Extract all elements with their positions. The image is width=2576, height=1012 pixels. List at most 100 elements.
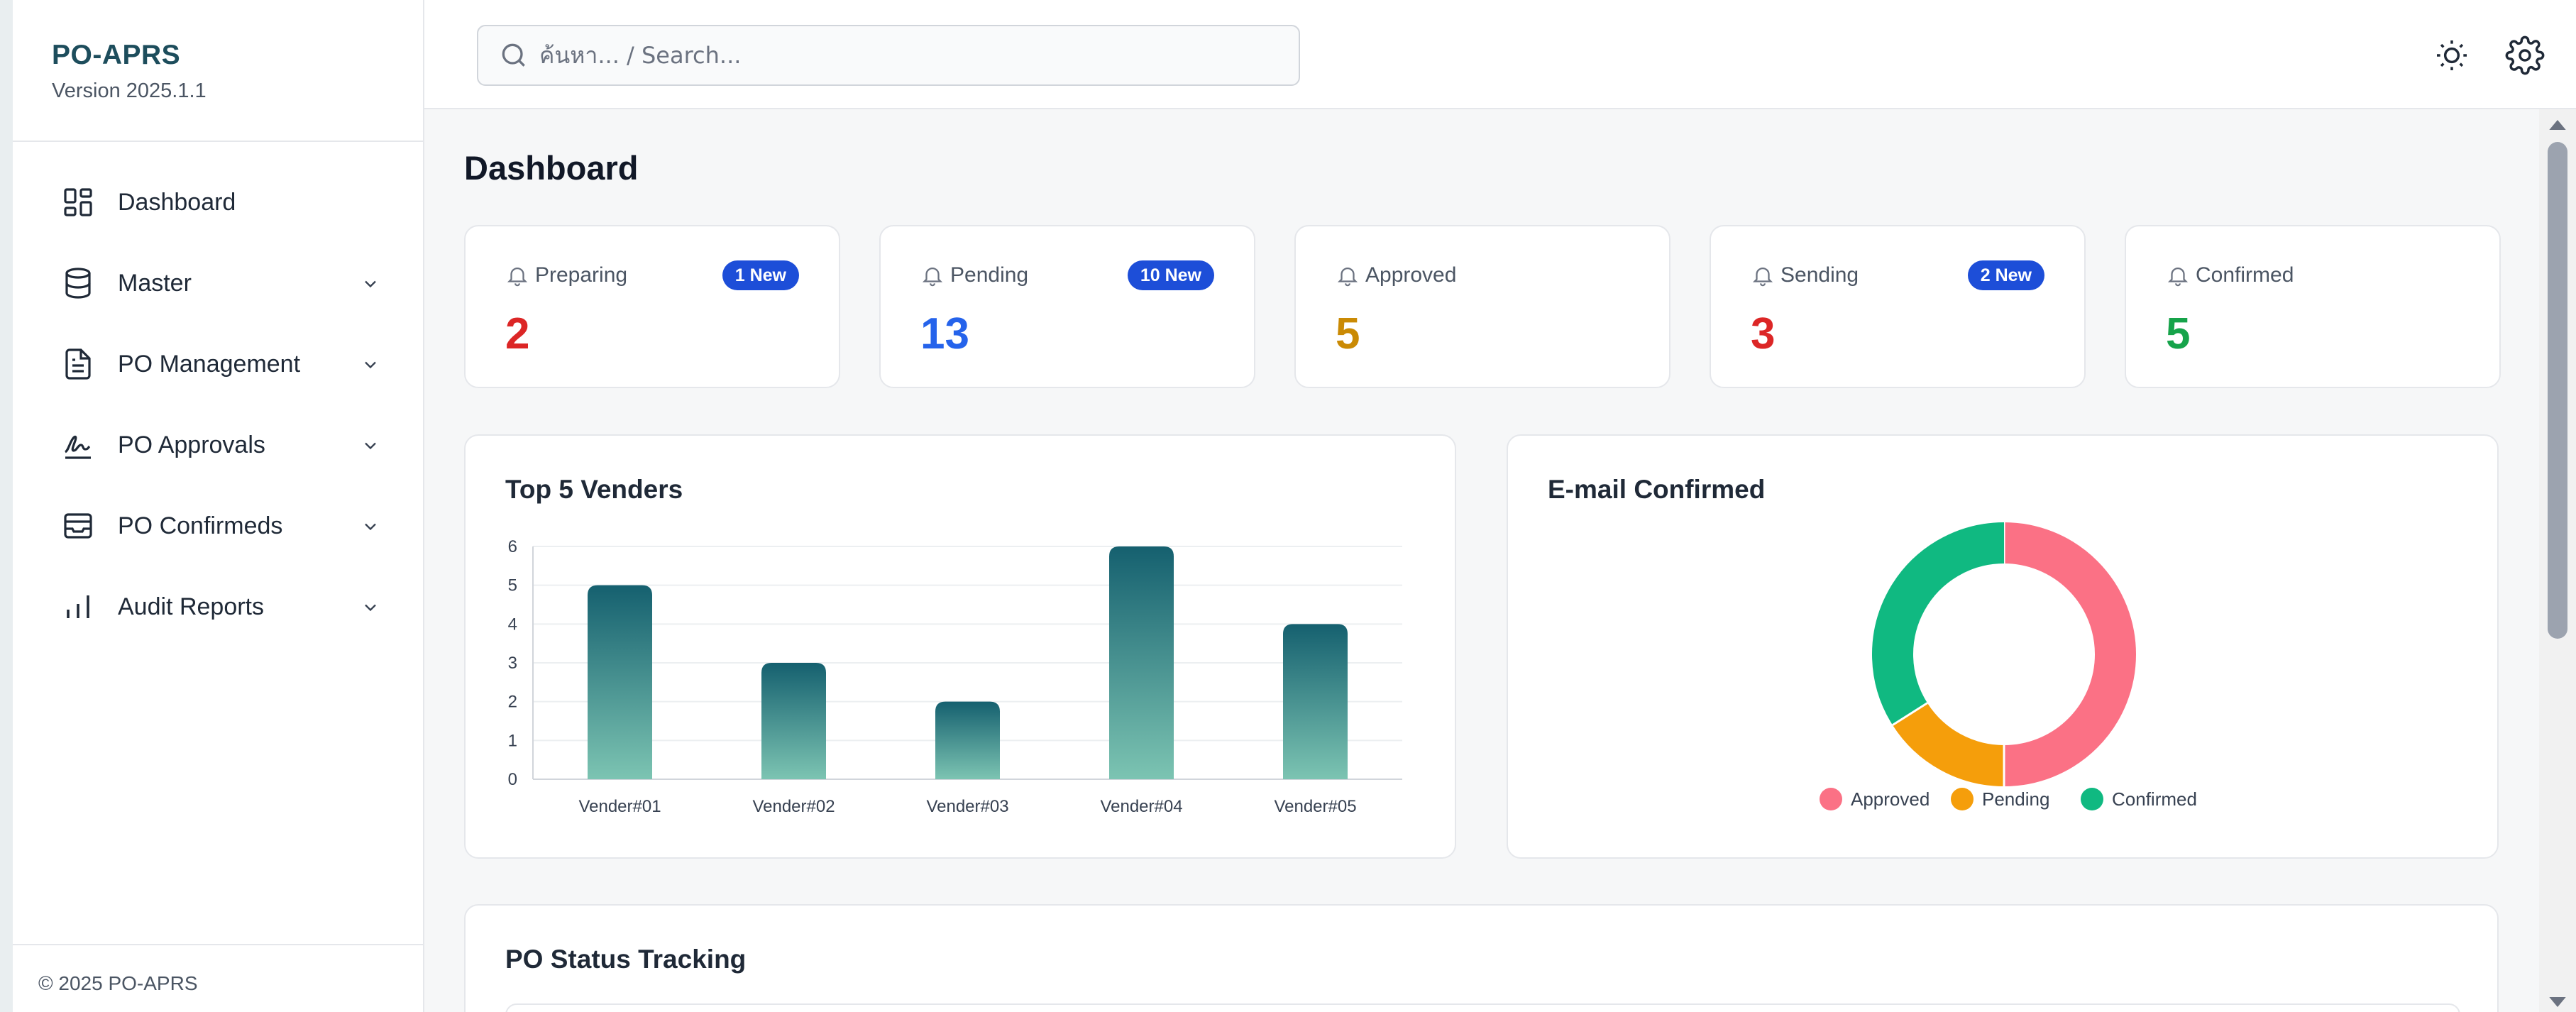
app-version: Version 2025.1.1 (52, 79, 207, 102)
stat-card-approved[interactable]: Approved 5 (1294, 225, 1670, 388)
y-tick-label: 3 (508, 654, 517, 673)
stat-header: Sending (1751, 263, 1859, 287)
legend-swatch (1820, 788, 1842, 810)
bar[interactable] (1283, 624, 1348, 779)
sidebar-item-po-confirmeds[interactable]: PO Confirmeds (13, 485, 424, 566)
stat-value: 2 (505, 309, 530, 358)
chevron-down-icon[interactable] (360, 355, 380, 375)
donut-slice[interactable] (2003, 522, 2136, 786)
topbar (424, 0, 2576, 109)
sidebar: PO-APRS Version 2025.1.1 Dashboard Maste… (13, 0, 424, 1012)
top-vendors-chart: 0 1 2 3 4 5 6 Vender#01 Vender#02 Vender#03 Vender… (508, 537, 1402, 816)
bar[interactable] (1109, 546, 1174, 779)
stat-value: 5 (1336, 309, 1360, 358)
email-confirmed-chart: Approved Pending Confirmed (1820, 522, 2197, 810)
stat-card-sending[interactable]: Sending 2 New 3 (1710, 225, 2086, 388)
stat-card-confirmed[interactable]: Confirmed 5 (2125, 225, 2501, 388)
stat-card-pending[interactable]: Pending 10 New 13 (879, 225, 1255, 388)
new-badge: 1 New (722, 260, 799, 290)
sidebar-item-master[interactable]: Master (13, 243, 424, 324)
x-tick-label: Vender#03 (926, 797, 1008, 816)
scroll-up-arrow-icon[interactable] (2548, 116, 2567, 133)
page-title: Dashboard (464, 149, 639, 187)
sidebar-item-dashboard[interactable]: Dashboard (13, 162, 424, 243)
stat-header: Approved (1336, 263, 1456, 287)
donut-slice[interactable] (1872, 522, 2005, 725)
stat-header: Confirmed (2166, 263, 2294, 287)
stat-card-preparing[interactable]: Preparing 1 New 2 (464, 225, 840, 388)
signature-icon (60, 427, 97, 463)
x-tick-label: Vender#05 (1274, 797, 1356, 816)
donut-slice[interactable] (1892, 702, 2005, 786)
bell-icon (1337, 268, 1358, 287)
new-badge: 2 New (1967, 260, 2044, 290)
database-icon (60, 265, 97, 302)
y-tick-label: 4 (508, 615, 517, 634)
sidebar-item-label: PO Approvals (118, 431, 265, 458)
bar[interactable] (761, 663, 826, 779)
x-tick-label: Vender#02 (752, 797, 835, 816)
bar[interactable] (935, 701, 1000, 779)
legend-label[interactable]: Pending (1982, 788, 2049, 810)
tracking-table (505, 1003, 2460, 1012)
sidebar-divider (13, 141, 424, 142)
y-tick-label: 5 (508, 576, 517, 595)
stat-label: Approved (1365, 263, 1457, 287)
brand: PO-APRS Version 2025.1.1 (52, 40, 207, 103)
sidebar-footer-divider (13, 944, 424, 945)
search-input[interactable] (539, 42, 1249, 69)
bell-icon (1752, 268, 1773, 287)
legend-swatch (2081, 788, 2103, 810)
stat-value: 13 (920, 309, 969, 358)
x-tick-label: Vender#01 (578, 797, 661, 816)
x-tick-label: Vender#04 (1100, 797, 1182, 816)
bell-icon (2167, 268, 2189, 287)
sidebar-item-label: Master (118, 269, 192, 297)
scroll-thumb[interactable] (2548, 142, 2567, 639)
vertical-scrollbar[interactable] (2539, 109, 2576, 1012)
sidebar-item-label: PO Confirmeds (118, 512, 283, 539)
y-tick-label: 2 (508, 693, 517, 712)
document-icon (60, 346, 97, 383)
sun-icon[interactable] (2432, 35, 2472, 75)
stat-value: 5 (2166, 309, 2191, 358)
stat-value: 3 (1751, 309, 1776, 358)
bell-icon (922, 268, 943, 287)
chevron-down-icon[interactable] (360, 517, 380, 537)
panel-title: E-mail Confirmed (1548, 475, 1766, 504)
sidebar-nav: Dashboard Master PO Management PO Approv… (13, 162, 424, 647)
sidebar-item-po-management[interactable]: PO Management (13, 324, 424, 405)
panel-title: Top 5 Venders (505, 475, 683, 504)
copyright: © 2025 PO-APRS (38, 972, 198, 994)
sidebar-item-label: Dashboard (118, 188, 236, 216)
bar-chart-icon (60, 588, 97, 625)
stat-label: Sending (1780, 263, 1859, 287)
y-tick-label: 1 (508, 731, 517, 750)
bar[interactable] (588, 585, 652, 779)
scroll-down-arrow-icon[interactable] (2548, 994, 2567, 1011)
inbox-icon (60, 507, 97, 544)
legend-label[interactable]: Approved (1851, 788, 1930, 810)
sidebar-item-audit-reports[interactable]: Audit Reports (13, 566, 424, 647)
panel-title: PO Status Tracking (505, 945, 747, 974)
search-box[interactable] (477, 25, 1300, 86)
legend-label[interactable]: Confirmed (2112, 788, 2197, 810)
search-icon (498, 40, 529, 71)
po-status-tracking-panel: PO Status Tracking (464, 904, 2499, 1012)
chevron-down-icon[interactable] (360, 598, 380, 617)
stat-label: Pending (950, 263, 1029, 287)
dashboard-icon (60, 184, 97, 221)
gear-icon[interactable] (2505, 35, 2545, 75)
stat-label: Confirmed (2196, 263, 2294, 287)
y-tick-label: 6 (508, 537, 517, 556)
sidebar-item-label: Audit Reports (118, 593, 264, 620)
chevron-down-icon[interactable] (360, 436, 380, 456)
sidebar-item-po-approvals[interactable]: PO Approvals (13, 405, 424, 485)
email-confirmed-panel: E-mail Confirmed Approved Pending Confirme… (1507, 434, 2499, 859)
app-name: PO-APRS (52, 40, 181, 70)
top-vendors-panel: Top 5 Venders 0 1 2 3 4 5 6 Vender#01 Vender#02 V… (464, 434, 1456, 859)
main-content: Dashboard Preparing 1 New 2 Pending 10 N… (424, 109, 2539, 1012)
legend-swatch (1951, 788, 1974, 810)
y-tick-label: 0 (508, 770, 517, 789)
chevron-down-icon[interactable] (360, 274, 380, 294)
